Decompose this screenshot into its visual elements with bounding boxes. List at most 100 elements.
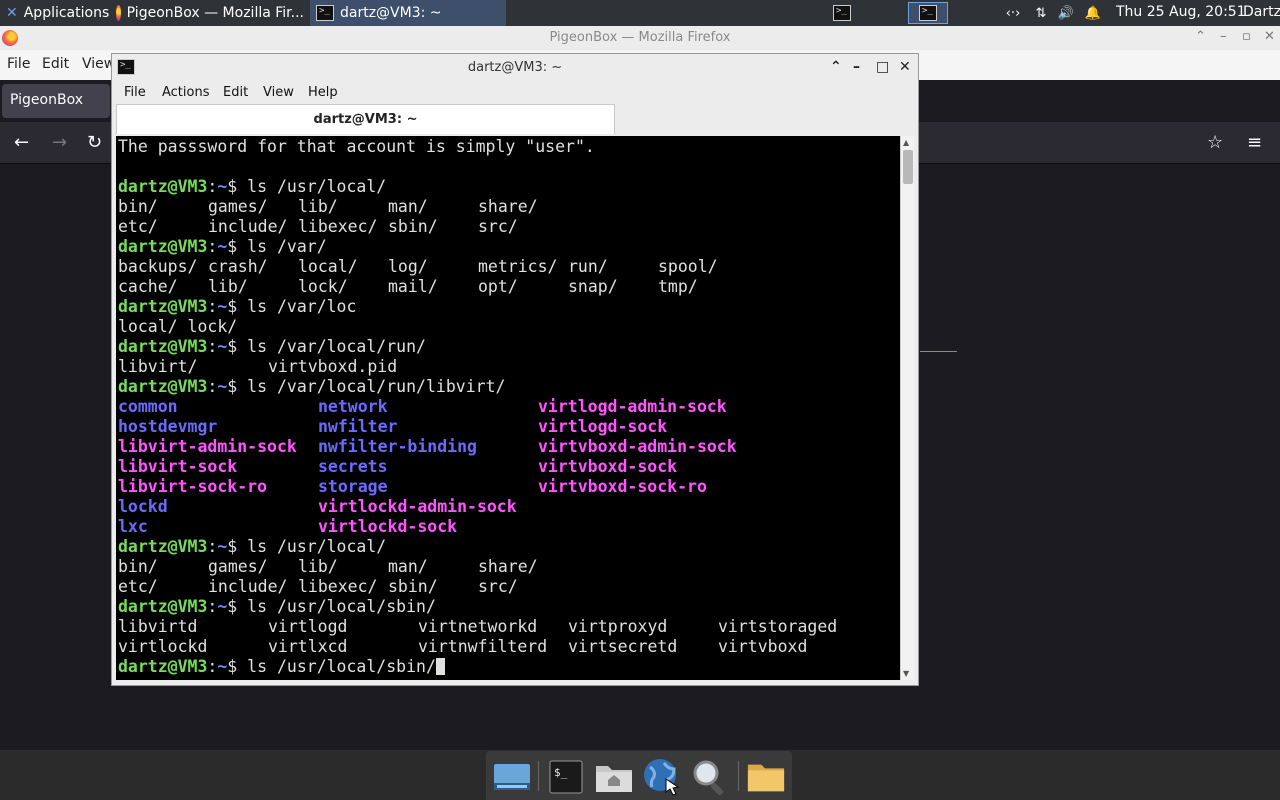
output-text: local/ lock/	[118, 317, 238, 336]
user-menu[interactable]: Dartz	[1243, 4, 1280, 20]
terminal-line: libvirt-sock secrets virtvboxd-sock	[118, 457, 868, 477]
file-entry: run/	[568, 257, 608, 276]
socket-entry: virtvboxd-admin-sock	[538, 437, 737, 456]
bookmark-star-icon[interactable]: ☆	[1207, 132, 1223, 153]
maximize-icon[interactable]: ▫	[1242, 29, 1251, 44]
chevron-up-icon[interactable]: ⌃	[1195, 29, 1206, 44]
command-text: ls /usr/local/sbin/	[247, 597, 436, 616]
taskbar-firefox[interactable]: PigeonBox — Mozilla Fir...	[110, 0, 310, 26]
applications-menu[interactable]: ✕ Applications	[0, 0, 110, 26]
output-text: The passsword for that account is simply…	[118, 137, 595, 156]
terminal-tab[interactable]: dartz@VM3: ~	[116, 104, 615, 134]
scroll-down-icon[interactable]: ▼	[903, 669, 909, 678]
file-entry: games/	[208, 557, 268, 576]
terminal-scrollbar[interactable]: ▲ ▼	[900, 136, 914, 680]
ff-menu-edit[interactable]: Edit	[42, 56, 69, 72]
taskbar-terminal[interactable]: >_ dartz@VM3: ~	[310, 0, 506, 26]
term-menu-view[interactable]: View	[263, 85, 294, 100]
firefox-icon	[116, 5, 121, 21]
files-folder-icon[interactable]	[746, 757, 786, 797]
network-arrows-icon[interactable]: ‹·›	[1003, 3, 1023, 23]
volume-icon[interactable]: 🔊	[1056, 3, 1076, 23]
file-entry: bin/	[118, 197, 158, 216]
terminal-output[interactable]: The passsword for that account is simply…	[116, 136, 900, 680]
prompt-separator: :	[207, 597, 218, 616]
prompt-path: ~	[217, 297, 228, 316]
minimize-icon[interactable]: –	[1220, 29, 1227, 44]
file-entry: sbin/	[388, 217, 438, 236]
file-entry: include/	[208, 577, 288, 596]
socket-entry: virtvboxd-sock-ro	[538, 477, 707, 496]
prompt-path: ~	[217, 377, 228, 396]
terminal-line: dartz@VM3:~$ ls /var/	[118, 237, 868, 257]
scroll-up-icon[interactable]: ▲	[903, 138, 909, 147]
prompt-symbol: $	[227, 537, 248, 556]
prompt-separator: :	[207, 237, 218, 256]
terminal-icon: >_	[833, 5, 851, 21]
file-entry: virtlxcd	[268, 637, 348, 656]
dock-separator	[738, 761, 739, 791]
clock[interactable]: Thu 25 Aug, 20:51	[1116, 4, 1246, 20]
scrollbar-thumb[interactable]	[903, 150, 913, 184]
close-icon[interactable]: ✕	[1264, 29, 1275, 44]
term-menu-file[interactable]: File	[124, 85, 146, 100]
prompt-symbol: $	[227, 177, 248, 196]
reload-icon[interactable]: ↻	[87, 132, 102, 153]
term-menu-edit[interactable]: Edit	[223, 85, 248, 100]
notification-bell-icon[interactable]: 🔔	[1083, 3, 1103, 23]
transfer-icon[interactable]: ⇅	[1031, 3, 1051, 23]
directory-entry: hostdevmgr	[118, 417, 218, 436]
file-entry: opt/	[478, 277, 518, 296]
prompt-separator: :	[207, 657, 218, 676]
workspace-1-button[interactable]: >_	[822, 2, 862, 24]
back-icon[interactable]: ←	[14, 132, 29, 153]
file-entry: virtnetworkd	[418, 617, 538, 636]
term-menu-help[interactable]: Help	[308, 85, 338, 100]
file-entry: virtproxyd	[568, 617, 668, 636]
terminal-window-title: dartz@VM3: ~	[467, 60, 563, 75]
divider	[920, 351, 957, 352]
file-entry: lib/	[208, 277, 248, 296]
chevron-up-icon[interactable]: ⌃	[830, 59, 842, 75]
prompt-symbol: $	[227, 297, 248, 316]
directory-entry: storage	[318, 477, 388, 496]
file-entry: snap/	[568, 277, 618, 296]
maximize-icon[interactable]: □	[876, 59, 889, 75]
file-entry: libvirtd	[118, 617, 198, 636]
forward-icon[interactable]: →	[52, 132, 67, 153]
terminal-line: etc/include/libexec/sbin/src/	[118, 217, 868, 237]
terminal-titlebar[interactable]: >_ dartz@VM3: ~ ⌃ – □ ✕	[112, 54, 918, 82]
file-entry: log/	[388, 257, 428, 276]
file-entry: share/	[478, 197, 538, 216]
term-menu-actions[interactable]: Actions	[162, 85, 210, 100]
command-text: ls /var/loc	[247, 297, 357, 316]
terminal-line: lxc virtlockd-sock	[118, 517, 868, 537]
socket-entry: virtlogd-admin-sock	[538, 397, 727, 416]
terminal-icon[interactable]: $_	[546, 757, 586, 797]
file-entry: crash/	[208, 257, 268, 276]
file-entry: lib/	[298, 557, 338, 576]
minimize-icon[interactable]: –	[853, 59, 860, 75]
prompt-separator: :	[207, 337, 218, 356]
command-text: ls /var/local/run/libvirt/	[247, 377, 506, 396]
close-icon[interactable]: ✕	[899, 59, 911, 75]
file-entry: mail/	[388, 277, 438, 296]
ff-menu-file[interactable]: File	[7, 56, 30, 72]
terminal-line: etc/include/libexec/sbin/src/	[118, 577, 868, 597]
web-browser-icon[interactable]	[642, 757, 682, 797]
file-entry: share/	[478, 557, 538, 576]
search-icon[interactable]	[690, 757, 730, 797]
firefox-tab[interactable]: PigeonBox	[2, 84, 110, 118]
hamburger-menu-icon[interactable]: ≡	[1247, 132, 1262, 153]
prompt-user: dartz@VM3	[118, 337, 208, 356]
prompt-symbol: $	[227, 657, 248, 676]
directory-entry: network	[318, 397, 388, 416]
file-entry: virtvboxd	[718, 637, 808, 656]
firefox-titlebar: PigeonBox — Mozilla Firefox ⌃ – ▫ ✕	[0, 26, 1280, 50]
workspace-2-button[interactable]: >_	[908, 2, 948, 24]
show-desktop-icon[interactable]	[492, 757, 532, 797]
file-entry: games/	[208, 197, 268, 216]
home-folder-icon[interactable]	[594, 757, 634, 797]
file-entry: tmp/	[658, 277, 698, 296]
svg-text:$_: $_	[554, 766, 568, 779]
